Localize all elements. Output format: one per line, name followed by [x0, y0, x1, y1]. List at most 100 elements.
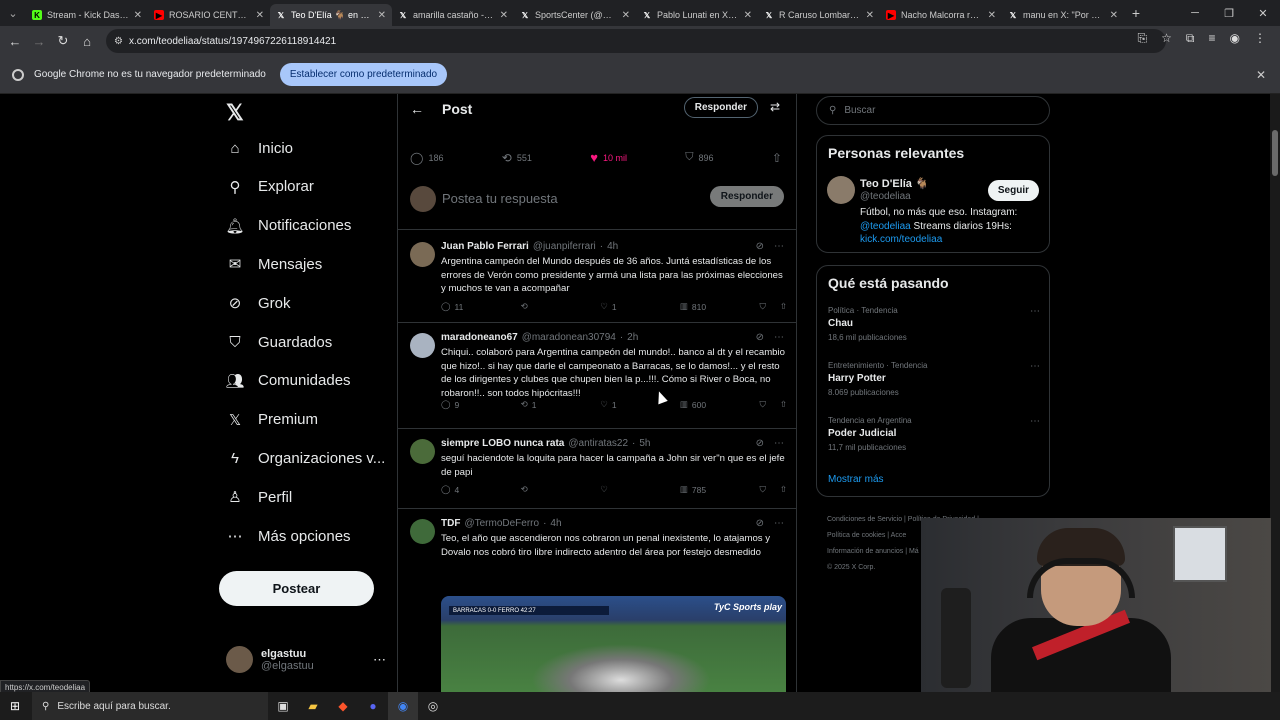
browser-tab[interactable]: ▶ ROSARIO CENTRAL D ✕ [148, 4, 270, 26]
bookmark-icon[interactable]: ⛉ [760, 301, 766, 312]
sidebar-item-perfil[interactable]: ♙ Perfil [226, 488, 292, 507]
home-icon[interactable]: ⌂ [75, 34, 99, 49]
close-tab-icon[interactable]: ✕ [378, 10, 386, 21]
avatar[interactable] [410, 242, 435, 267]
close-tab-icon[interactable]: ✕ [134, 10, 142, 21]
minimize-button[interactable]: ─ [1178, 0, 1212, 26]
close-tab-icon[interactable]: ✕ [622, 10, 630, 21]
bookmark-icon[interactable]: ⛉ [760, 484, 766, 495]
like-action[interactable]: ♡ [600, 484, 680, 495]
repost-action[interactable]: ⟲ 551 [502, 151, 532, 165]
sidebar-item-comunidades[interactable]: 👥︎ Comunidades [225, 372, 350, 390]
windows-start-icon[interactable]: ⊞ [0, 699, 30, 713]
task-view-icon[interactable]: ▣ [268, 692, 298, 720]
media-icon[interactable]: ≡ [1209, 31, 1216, 46]
scroll-thumb[interactable] [1272, 130, 1278, 176]
trend-item[interactable]: Tendencia en Argentina Poder Judicial 11… [828, 416, 1040, 452]
install-icon[interactable]: ⎘ [1138, 31, 1148, 46]
more-icon[interactable]: ⋯ [373, 652, 386, 668]
sidebar-item-guardados[interactable]: ⛉ Guardados [226, 333, 332, 351]
close-tab-icon[interactable]: ✕ [1110, 10, 1118, 21]
share-icon[interactable]: ⇧ [780, 484, 787, 495]
more-icon[interactable]: ⋯ [774, 241, 784, 252]
grok-icon[interactable]: ⊘ [756, 241, 764, 252]
bookmark-star-icon[interactable]: ☆ [1161, 31, 1172, 46]
x-logo-icon[interactable]: 𝕏 [226, 100, 244, 126]
more-icon[interactable]: ⋯ [774, 438, 784, 449]
more-icon[interactable]: ⋯ [1030, 306, 1040, 317]
avatar[interactable] [410, 439, 435, 464]
reply-submit-button[interactable]: Responder [709, 186, 784, 207]
reply-tweet[interactable]: Juan Pablo Ferrari @juanpiferrari · 4h ⊘… [398, 232, 796, 323]
bookmark-icon[interactable]: ⛉ [760, 399, 766, 410]
reply-action[interactable]: ◯ 11 [441, 301, 521, 312]
share-action[interactable]: ⇧ [772, 151, 782, 165]
person-name[interactable]: Teo D'Elía 🐐 [860, 177, 929, 190]
sidebar-item-más[interactable]: ⋯ Más opciones [226, 527, 351, 546]
address-bar[interactable]: ⚙ x.com/teodeliaa/status/197496722611891… [106, 29, 1166, 53]
close-infobar-icon[interactable]: ✕ [1256, 68, 1266, 82]
author-name[interactable]: maradoneano67 [441, 332, 518, 343]
set-default-button[interactable]: Establecer como predeterminado [279, 63, 448, 86]
sidebar-item-grok[interactable]: ⊘ Grok [226, 294, 291, 313]
bookmark-action[interactable]: ⛉ 896 [685, 151, 713, 164]
browser-tab[interactable]: 𝕏 SportsCenter (@SC_E ✕ [514, 4, 636, 26]
more-icon[interactable]: ⋯ [1030, 361, 1040, 372]
close-tab-icon[interactable]: ✕ [866, 10, 874, 21]
reply-tweet[interactable]: TDF @TermoDeFerro · 4h ⊘ ⋯ Teo, el año q… [398, 509, 796, 692]
filter-icon[interactable]: ⇄ [770, 100, 780, 114]
trend-item[interactable]: Política · Tendencia Chau 18,6 mil publi… [828, 306, 1040, 342]
sidebar-item-notificaciones[interactable]: 🔔︎ Notificaciones [225, 217, 351, 235]
close-tab-icon[interactable]: ✕ [256, 10, 264, 21]
more-icon[interactable]: ⋯ [774, 518, 784, 529]
like-action[interactable]: ♥ 10 mil [590, 150, 627, 165]
follow-button[interactable]: Seguir [987, 180, 1039, 201]
close-tab-icon[interactable]: ✕ [988, 10, 996, 21]
tab-search-icon[interactable]: ⌄ [0, 0, 26, 26]
author-name[interactable]: TDF [441, 518, 460, 529]
restore-button[interactable]: ❐ [1212, 0, 1246, 26]
back-arrow-icon[interactable]: ← [410, 101, 424, 117]
search-input[interactable]: ⚲ Buscar [816, 96, 1050, 125]
avatar[interactable] [827, 176, 855, 204]
sidebar-item-inicio[interactable]: ⌂ Inicio [226, 139, 293, 157]
chrome-taskbar-icon[interactable]: ◉ [388, 692, 418, 720]
grok-icon[interactable]: ⊘ [756, 438, 764, 449]
reply-tweet[interactable]: siempre LOBO nunca rata @antiratas22 · 5… [398, 429, 796, 509]
reply-action[interactable]: ◯ 9 [441, 399, 521, 410]
new-tab-button[interactable]: + [1124, 5, 1148, 21]
avatar[interactable] [410, 333, 435, 358]
reply-action[interactable]: ◯ 186 [410, 151, 443, 165]
site-info-icon[interactable]: ⚙ [114, 36, 123, 47]
reply-header-button[interactable]: Responder [683, 97, 758, 118]
reply-input[interactable]: Postea tu respuesta [442, 191, 558, 206]
browser-tab[interactable]: 𝕏 amarilla castaño - Bu ✕ [392, 4, 514, 26]
close-window-button[interactable]: ✕ [1246, 0, 1280, 26]
obs-icon[interactable]: ◎ [418, 692, 448, 720]
reply-tweet[interactable]: maradoneano67 @maradonean30794 · 2h ⊘ ⋯ … [398, 323, 796, 429]
repost-action[interactable]: ⟲ [521, 301, 601, 312]
brave-icon[interactable]: ◆ [328, 692, 358, 720]
repost-action[interactable]: ⟲ [521, 484, 601, 495]
extensions-icon[interactable]: ⧉ [1186, 31, 1195, 46]
share-icon[interactable]: ⇧ [780, 399, 787, 410]
bio-link-instagram[interactable]: @teodeliaa [860, 221, 911, 232]
taskbar-search[interactable]: ⚲ Escribe aquí para buscar. [32, 692, 268, 720]
browser-tab[interactable]: 𝕏 R Caruso Lombardi e ✕ [758, 4, 880, 26]
browser-tab[interactable]: K Stream - Kick Dashb ✕ [26, 4, 148, 26]
sidebar-item-mensajes[interactable]: ✉ Mensajes [226, 255, 323, 274]
close-tab-icon[interactable]: ✕ [744, 10, 752, 21]
author-name[interactable]: Juan Pablo Ferrari [441, 241, 529, 252]
trend-item[interactable]: Entretenimiento · Tendencia Harry Potter… [828, 361, 1040, 397]
bio-link-kick[interactable]: kick.com/teodeliaa [860, 234, 942, 245]
account-switcher[interactable]: elgastuu @elgastuu ⋯ [226, 646, 386, 673]
discord-icon[interactable]: ● [358, 692, 388, 720]
browser-tab[interactable]: ▶ Nacho Malcorra resp ✕ [880, 4, 1002, 26]
share-icon[interactable]: ⇧ [780, 301, 787, 312]
show-more-link[interactable]: Mostrar más [828, 474, 884, 485]
file-explorer-icon[interactable]: ▰ [298, 692, 328, 720]
forward-icon[interactable]: → [27, 34, 51, 49]
sidebar-item-explorar[interactable]: ⚲ Explorar [226, 178, 314, 196]
tweet-video[interactable]: BARRACAS 0-0 FERRO 42:27 TyC Sports play [441, 596, 786, 692]
post-button[interactable]: Postear [219, 571, 374, 606]
